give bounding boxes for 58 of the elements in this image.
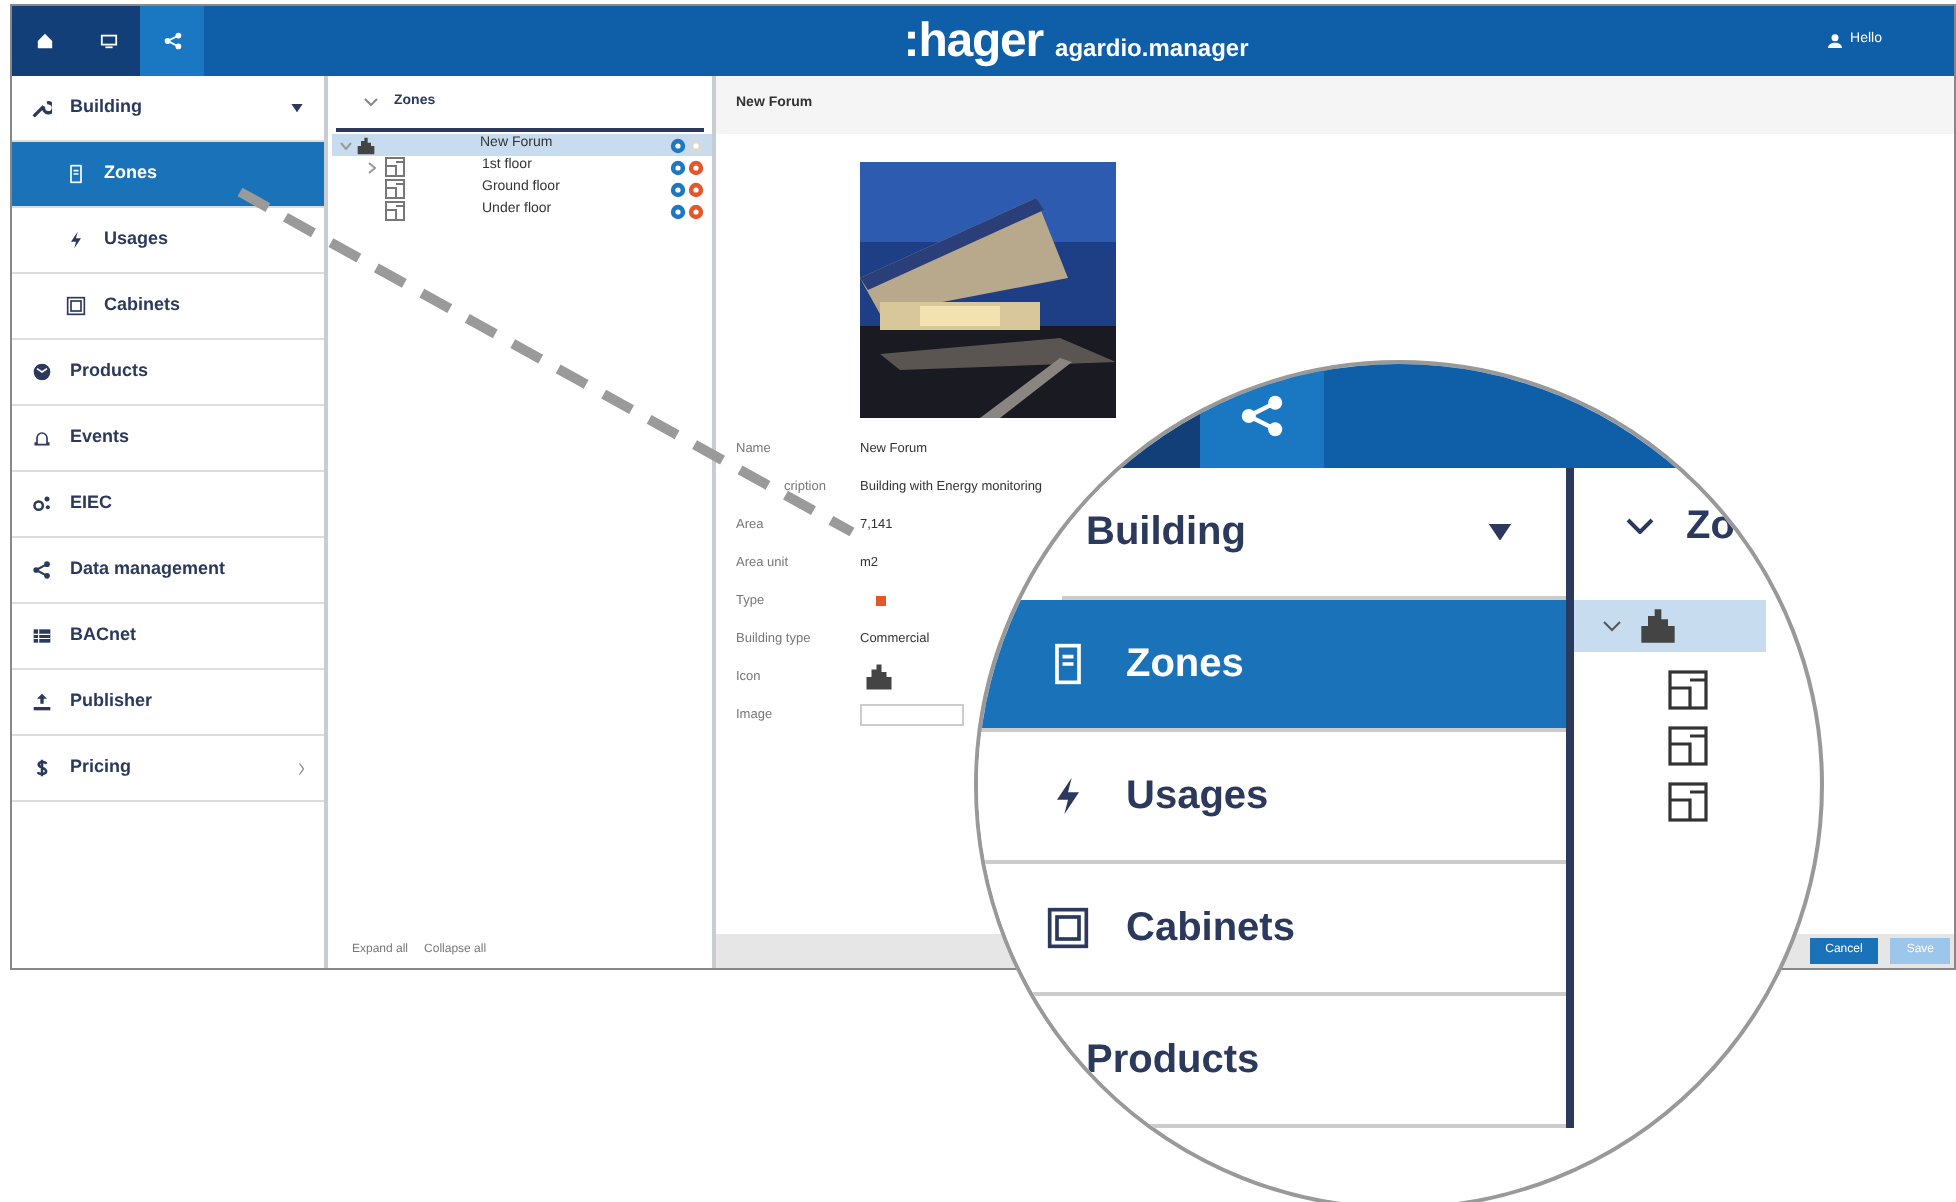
dollar-icon bbox=[32, 758, 52, 778]
sidebar-label: Products bbox=[1086, 1036, 1260, 1086]
document-icon bbox=[66, 164, 86, 184]
caret-down-icon[interactable] bbox=[1486, 523, 1514, 541]
sidebar-label: Cabinets bbox=[1126, 904, 1295, 954]
sidebar-label: Publisher bbox=[70, 688, 153, 715]
building-icon bbox=[356, 135, 376, 155]
building-icon bbox=[864, 662, 894, 692]
sidebar-item[interactable]: Zones bbox=[978, 600, 1566, 732]
chevron-right-icon[interactable] bbox=[297, 761, 304, 775]
floor-plan-icon bbox=[384, 200, 406, 222]
bell-icon bbox=[32, 428, 52, 448]
sidebar-label: Building bbox=[1086, 508, 1246, 558]
sidebar-label: Zones bbox=[104, 160, 158, 187]
floor-plan-icon bbox=[384, 178, 406, 200]
cabinet-icon bbox=[66, 296, 86, 316]
bolt-icon bbox=[66, 230, 86, 250]
sidebar-label: Cabinets bbox=[104, 292, 181, 319]
sidebar-label: Usages bbox=[1126, 772, 1269, 822]
tree-row[interactable] bbox=[1574, 600, 1766, 652]
product-name: agardio.manager bbox=[1055, 31, 1249, 65]
monitor-icon bbox=[99, 32, 117, 50]
chevron-right-icon[interactable] bbox=[368, 161, 376, 173]
delete-icon[interactable] bbox=[688, 159, 704, 175]
sidebar-label: Products bbox=[70, 358, 149, 385]
sidebar-label: Events bbox=[70, 424, 130, 451]
sidebar-label: Usages bbox=[104, 226, 169, 253]
brand-logo: :hager bbox=[903, 17, 1044, 65]
chevron-down-icon[interactable] bbox=[1626, 518, 1654, 534]
floor-plan-icon bbox=[1666, 724, 1710, 768]
share-icon bbox=[163, 32, 181, 50]
floor-plan-icon bbox=[1666, 668, 1710, 712]
floor-plan-icon bbox=[1666, 780, 1710, 824]
table-icon bbox=[32, 626, 52, 646]
floor-plan-icon bbox=[384, 156, 406, 178]
sidebar-item[interactable]: Zones bbox=[12, 142, 324, 208]
share-icon bbox=[1240, 394, 1284, 438]
delete-icon[interactable] bbox=[688, 181, 704, 197]
user-icon bbox=[1828, 34, 1843, 48]
chevron-down-icon[interactable] bbox=[1602, 620, 1622, 632]
sidebar-item[interactable]: Building bbox=[1062, 468, 1566, 600]
image-field[interactable] bbox=[860, 704, 964, 726]
home-icon bbox=[35, 32, 53, 50]
share-icon bbox=[32, 560, 52, 580]
sidebar-label: EIEC bbox=[70, 490, 113, 517]
upload-icon bbox=[32, 692, 52, 712]
sidebar-label: Zones bbox=[1126, 640, 1244, 690]
building-icon bbox=[1638, 606, 1678, 646]
caret-down-icon[interactable] bbox=[290, 103, 304, 113]
box-icon bbox=[32, 362, 52, 382]
sidebar-item[interactable]: Usages bbox=[978, 732, 1566, 864]
type-icon bbox=[876, 596, 886, 606]
sidebar-label: Pricing bbox=[70, 754, 132, 781]
sidebar-label: Building bbox=[70, 94, 142, 121]
cabinet-icon bbox=[1046, 906, 1090, 950]
delete-icon[interactable] bbox=[688, 203, 704, 219]
sidebar-label: BACnet bbox=[70, 622, 136, 649]
sidebar-label: Data management bbox=[70, 556, 226, 583]
